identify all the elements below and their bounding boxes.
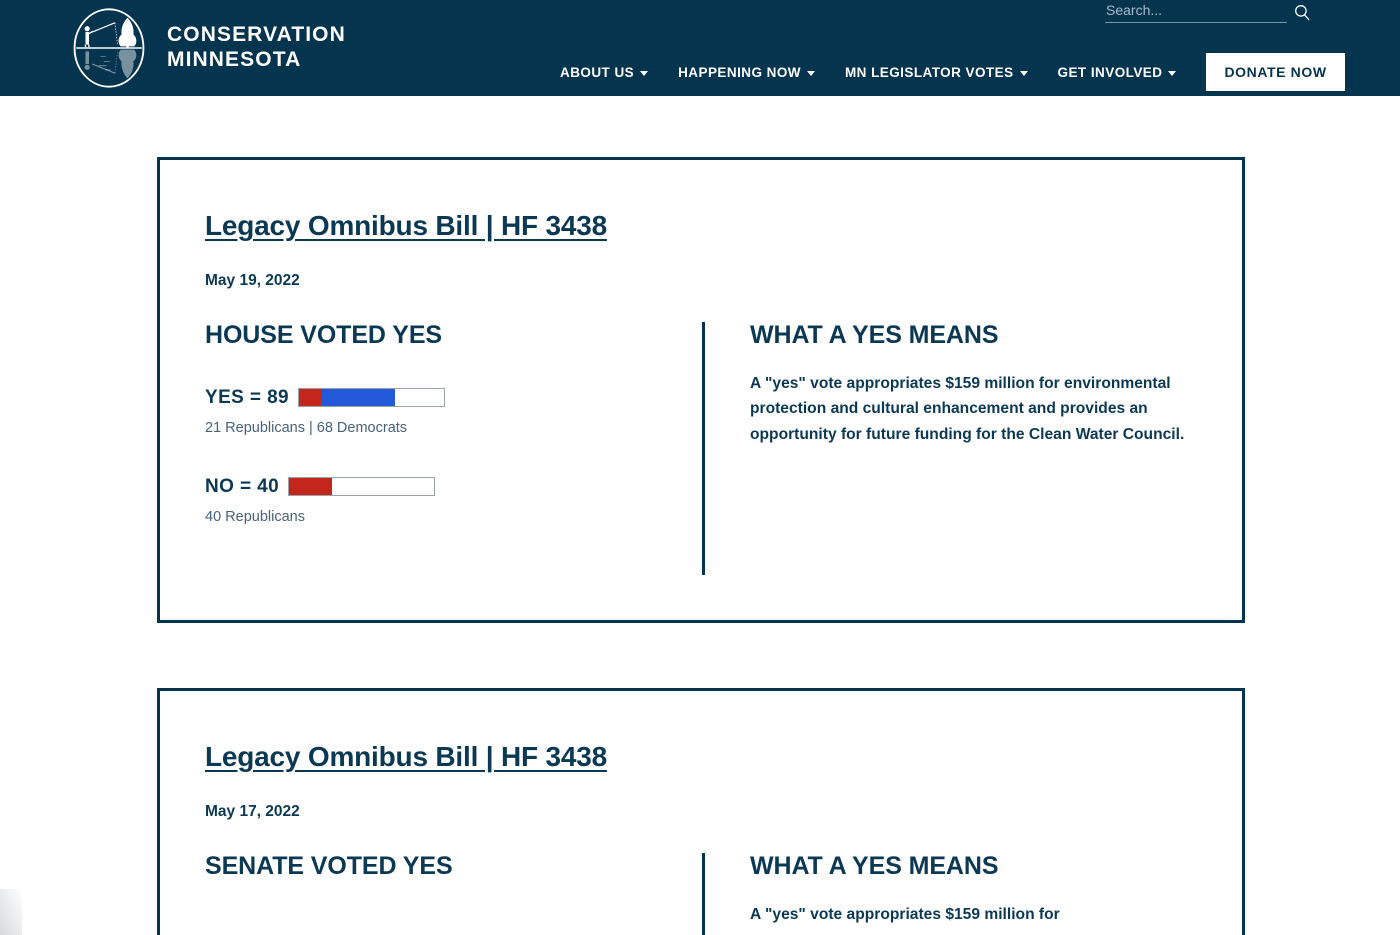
chevron-down-icon bbox=[1168, 70, 1177, 76]
search-input[interactable] bbox=[1105, 0, 1287, 23]
bill-date: May 17, 2022 bbox=[205, 803, 300, 821]
vote-results-column: HOUSE VOTED YES YES = 89 21 Republicans … bbox=[205, 322, 702, 575]
bill-title-link[interactable]: Legacy Omnibus Bill | HF 3438 bbox=[205, 741, 607, 773]
vote-bar-republican-segment bbox=[299, 389, 322, 407]
chevron-down-icon bbox=[806, 70, 815, 76]
vote-card: Legacy Omnibus Bill | HF 3438 May 17, 20… bbox=[157, 688, 1245, 935]
chevron-down-icon bbox=[1019, 70, 1028, 76]
vote-line: NO = 40 bbox=[205, 476, 702, 498]
search-icon[interactable] bbox=[1293, 3, 1312, 22]
nav-item-happening-now[interactable]: HAPPENING NOW bbox=[678, 65, 815, 80]
vote-line: YES = 89 bbox=[205, 387, 702, 409]
brand-wordmark: CONSERVATION MINNESOTA bbox=[167, 23, 346, 72]
brand-line-1: CONSERVATION bbox=[167, 23, 346, 47]
page-corner-shadow bbox=[0, 889, 22, 935]
what-a-yes-means-column: WHAT A YES MEANS A "yes" vote appropriat… bbox=[705, 853, 1197, 935]
vote-card-body: Legacy Omnibus Bill | HF 3438 May 17, 20… bbox=[160, 691, 1242, 935]
nav-item-label: HAPPENING NOW bbox=[678, 64, 801, 80]
vote-count-label: NO = 40 bbox=[205, 475, 280, 497]
nav-item-mn-legislator-votes[interactable]: MN LEGISLATOR VOTES bbox=[845, 65, 1028, 80]
means-heading: WHAT A YES MEANS bbox=[750, 321, 999, 350]
means-heading: WHAT A YES MEANS bbox=[750, 852, 999, 881]
means-body-text: A "yes" vote appropriates $159 million f… bbox=[750, 905, 1060, 923]
vote-bar-republican-segment bbox=[289, 478, 333, 496]
vote-bar-no bbox=[288, 477, 436, 497]
bill-date: May 19, 2022 bbox=[205, 272, 300, 290]
vote-row-yes: YES = 89 21 Republicans | 68 Democrats bbox=[205, 387, 702, 436]
nav-item-get-involved[interactable]: GET INVOLVED bbox=[1058, 65, 1177, 80]
brand-line-2: MINNESOTA bbox=[167, 48, 302, 71]
vote-card-body: Legacy Omnibus Bill | HF 3438 May 19, 20… bbox=[160, 160, 1242, 576]
search-area[interactable] bbox=[1105, 0, 1317, 23]
vote-row-no: NO = 40 40 Republicans bbox=[205, 476, 702, 525]
nav-item-about-us[interactable]: ABOUT US bbox=[560, 64, 649, 80]
site-header: CONSERVATIONMINNESOTA ABOUT US HAPPENING… bbox=[0, 0, 1400, 96]
nav-item-label: GET INVOLVED bbox=[1057, 64, 1163, 80]
vote-card-columns: SENATE VOTED YES WHAT A YES MEANS A "yes… bbox=[205, 853, 1197, 935]
nav-item-label: MN LEGISLATOR VOTES bbox=[844, 64, 1014, 80]
donate-now-button[interactable]: DONATE NOW bbox=[1206, 53, 1345, 91]
vote-card-columns: HOUSE VOTED YES YES = 89 21 Republicans … bbox=[205, 322, 1197, 576]
means-body-text: A "yes" vote appropriates $159 million f… bbox=[750, 374, 1185, 444]
vote-count-label: YES = 89 bbox=[205, 386, 290, 408]
vote-card: Legacy Omnibus Bill | HF 3438 May 19, 20… bbox=[157, 157, 1245, 623]
vote-breakdown: 21 Republicans | 68 Democrats bbox=[205, 419, 408, 436]
vote-breakdown: 40 Republicans bbox=[205, 508, 305, 525]
bill-title-link[interactable]: Legacy Omnibus Bill | HF 3438 bbox=[205, 210, 607, 242]
chamber-vote-heading: HOUSE VOTED YES bbox=[205, 321, 442, 350]
vote-bar-democrat-segment bbox=[321, 389, 396, 407]
nav-item-label: ABOUT US bbox=[560, 64, 635, 80]
vote-bar-yes bbox=[298, 388, 446, 408]
chamber-vote-heading: SENATE VOTED YES bbox=[205, 852, 453, 881]
chevron-down-icon bbox=[640, 70, 649, 76]
vote-results-column: SENATE VOTED YES bbox=[205, 853, 702, 935]
conservation-minnesota-circle-logo-icon bbox=[73, 8, 145, 88]
site-logo[interactable]: CONSERVATION MINNESOTA bbox=[67, 6, 346, 90]
main-navigation[interactable]: ABOUT US HAPPENING NOW MN LEGISLATOR VOT… bbox=[560, 53, 1345, 91]
what-a-yes-means-column: WHAT A YES MEANS A "yes" vote appropriat… bbox=[705, 322, 1197, 575]
